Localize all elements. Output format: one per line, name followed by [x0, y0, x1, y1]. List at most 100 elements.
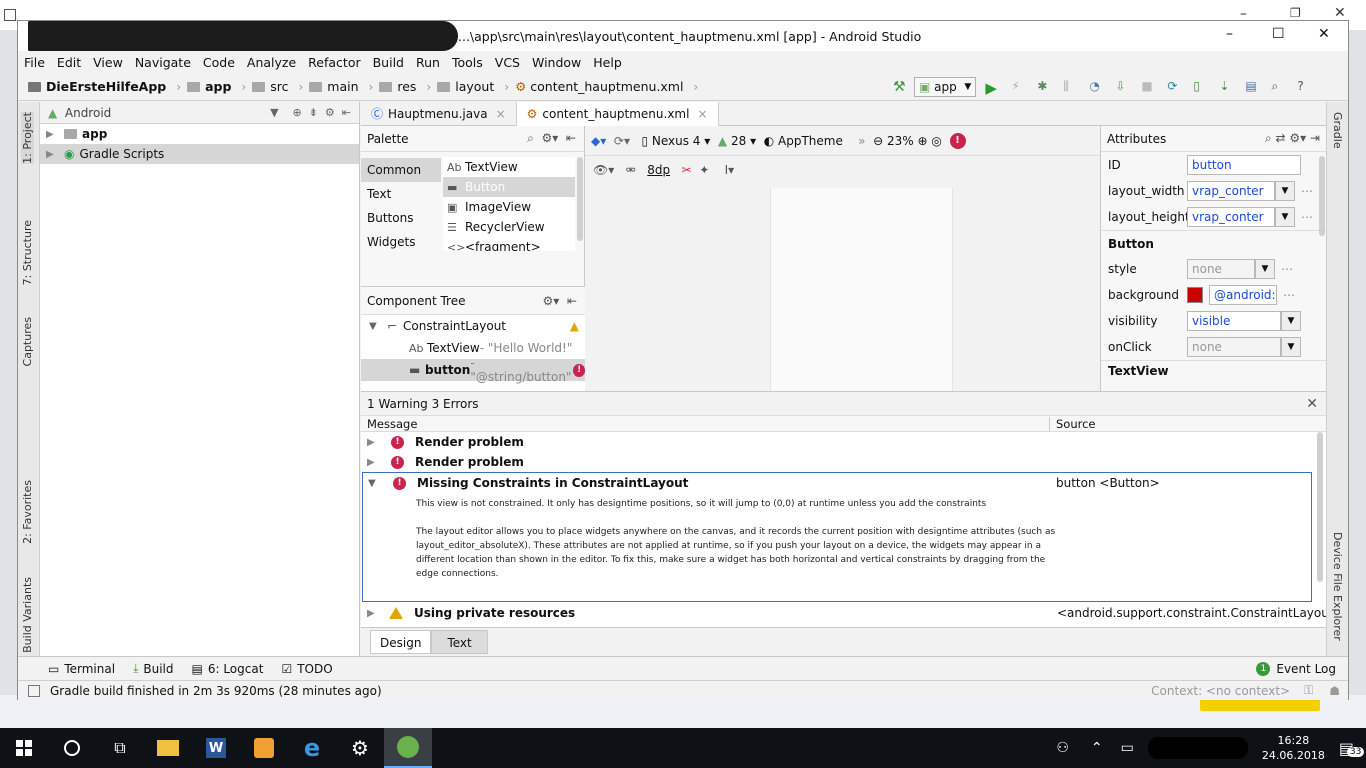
event-log[interactable]: 1 Event Log — [1256, 661, 1336, 676]
tray-expand-icon[interactable]: ⌃ — [1091, 740, 1103, 756]
attach-debugger-icon[interactable]: ◔ — [1089, 79, 1105, 95]
chevron-right-icon[interactable]: ▶ — [46, 129, 64, 140]
infer-constraints-icon[interactable]: ✦ — [699, 163, 709, 177]
make-project-icon[interactable]: ⚒ — [893, 79, 909, 95]
problem-row[interactable]: ▶ Using private resources <android.suppo… — [361, 603, 1344, 623]
run-icon[interactable]: ▶ — [985, 79, 1001, 97]
palette-category-common[interactable]: Common — [361, 158, 441, 182]
device-dropdown[interactable]: Nexus 4 — [652, 134, 701, 148]
show-icon[interactable]: 👁▾ — [593, 163, 614, 177]
palette-widget-textview[interactable]: Ab TextView — [443, 157, 575, 177]
chevron-down-icon[interactable]: ▼ — [1255, 259, 1275, 279]
color-swatch[interactable] — [1187, 287, 1203, 303]
taskbar-android-studio[interactable] — [384, 728, 432, 768]
tree-button[interactable]: ▬ button - "@string/button" ! — [361, 356, 585, 384]
attr-background-input[interactable]: @android:c — [1209, 285, 1277, 305]
task-view-button[interactable]: ⧉ — [96, 728, 144, 768]
column-source[interactable]: Source — [1050, 417, 1096, 431]
orientation-icon[interactable]: ⟳▾ — [614, 134, 630, 148]
theme-dropdown[interactable]: AppTheme — [778, 134, 843, 148]
run-config-dropdown[interactable]: ▣ app ▼ — [914, 77, 977, 97]
chevron-down-icon[interactable]: ▼ — [1275, 207, 1295, 227]
chevron-down-icon[interactable]: ▼ — [369, 321, 387, 332]
tool-todo[interactable]: ☑ TODO — [281, 662, 332, 676]
overflow-icon[interactable]: » — [858, 134, 865, 148]
api-dropdown[interactable]: 28 — [731, 134, 746, 148]
more-icon[interactable]: ⋯ — [1301, 210, 1313, 224]
design-surface-icon[interactable]: ◆▾ — [591, 134, 606, 148]
attributes-actions[interactable]: ⌕ ⇄ ⚙▾ ⇥ — [1265, 131, 1320, 146]
tool-tab-captures[interactable]: Captures — [21, 317, 34, 366]
problem-source[interactable]: button <Button> — [1056, 476, 1160, 490]
breadcrumb-project[interactable]: DieErsteHilfeApp — [28, 79, 166, 94]
taskbar-media[interactable] — [240, 728, 288, 768]
attr-visibility-select[interactable]: visible — [1187, 311, 1281, 331]
clear-constraints-icon[interactable]: ✂ — [682, 163, 692, 177]
menu-edit[interactable]: Edit — [51, 55, 87, 70]
tool-tab-structure[interactable]: 7: Structure — [21, 220, 34, 285]
tab-design[interactable]: Design — [370, 630, 432, 654]
menu-window[interactable]: Window — [526, 55, 587, 70]
people-icon[interactable]: ⚇ — [1056, 740, 1069, 756]
status-toggle-icon[interactable] — [28, 684, 40, 697]
chevron-down-icon[interactable]: ▼ — [1281, 337, 1301, 357]
lock-icon[interactable]: ⚿ — [1304, 683, 1313, 698]
chevron-down-icon[interactable]: ▼ — [1281, 311, 1301, 331]
zoom-out-icon[interactable]: ⊖ — [873, 134, 883, 148]
problem-row-expanded[interactable]: ▼ ! Missing Constraints in ConstraintLay… — [362, 472, 1312, 602]
action-center-button[interactable]: ▤ 33 — [1339, 739, 1365, 758]
taskbar-word[interactable]: W — [192, 728, 240, 768]
breadcrumb-res[interactable]: res — [379, 79, 416, 94]
attr-style-select[interactable]: none — [1187, 259, 1255, 279]
bg-maximize-icon[interactable]: ❐ — [1290, 6, 1301, 20]
help-icon[interactable]: ? — [1297, 79, 1313, 95]
tool-logcat[interactable]: ▤ 6: Logcat — [192, 662, 264, 676]
zoom-in-icon[interactable]: ⊕ — [918, 134, 928, 148]
apply-changes-icon[interactable]: ⚡ — [1011, 79, 1027, 95]
chevron-right-icon[interactable]: ▶ — [46, 149, 64, 160]
menu-build[interactable]: Build — [367, 55, 410, 70]
problems-scrollbar[interactable] — [1317, 432, 1323, 582]
tab-content-hauptmenu-xml[interactable]: ⚙ content_hauptmenu.xml × — [516, 101, 719, 126]
cortana-button[interactable] — [48, 728, 96, 768]
taskbar-edge[interactable]: e — [288, 728, 336, 768]
attr-layout-width-select[interactable]: vrap_conter — [1187, 181, 1275, 201]
chevron-down-icon[interactable]: ▼ — [363, 478, 385, 489]
error-indicator-icon[interactable]: ! — [949, 132, 966, 149]
menu-navigate[interactable]: Navigate — [129, 55, 197, 70]
menu-tools[interactable]: Tools — [446, 55, 489, 70]
breadcrumb-app[interactable]: app — [187, 79, 231, 94]
maximize-button[interactable]: ☐ — [1272, 26, 1285, 42]
tree-item-gradle-scripts[interactable]: ▶ ◉ Gradle Scripts — [40, 144, 359, 164]
chevron-right-icon[interactable]: ▶ — [361, 457, 383, 468]
more-icon[interactable]: ⋯ — [1281, 262, 1293, 276]
column-message[interactable]: Message — [361, 416, 1050, 431]
attach-process-icon[interactable]: ⇩ — [1115, 79, 1131, 95]
search-everywhere-icon[interactable]: ⌕ — [1271, 79, 1287, 95]
tab-hauptmenu-java[interactable]: Ⓒ Hauptmenu.java × — [361, 101, 517, 126]
project-view-mode[interactable]: Android — [65, 106, 111, 120]
attr-id-input[interactable]: button — [1187, 155, 1301, 175]
debug-icon[interactable]: ✱ — [1037, 79, 1053, 95]
palette-widget-fragment[interactable]: <> <fragment> — [443, 237, 575, 251]
problem-row[interactable]: ▶ ! Render problem — [361, 452, 1326, 472]
menu-run[interactable]: Run — [410, 55, 446, 70]
menu-file[interactable]: File — [18, 55, 51, 70]
tool-tab-project[interactable]: 1: Project — [21, 112, 34, 164]
tool-terminal[interactable]: ▭ Terminal — [48, 662, 115, 676]
avd-manager-icon[interactable]: ▯ — [1193, 79, 1209, 95]
minimize-button[interactable]: – — [1226, 26, 1233, 42]
chevron-down-icon[interactable]: ▼ — [1275, 181, 1295, 201]
tab-text[interactable]: Text — [431, 630, 488, 654]
breadcrumb-layout[interactable]: layout — [437, 79, 494, 94]
close-tab-icon[interactable]: × — [496, 107, 506, 121]
breadcrumb-src[interactable]: src — [252, 79, 288, 94]
bg-close-icon[interactable]: ✕ — [1334, 5, 1346, 21]
tool-tab-build-variants[interactable]: Build Variants — [21, 577, 34, 653]
guidelines-icon[interactable]: Ⅰ▾ — [725, 163, 735, 177]
chevron-right-icon[interactable]: ▶ — [361, 608, 383, 619]
palette-scrollbar[interactable] — [577, 157, 583, 241]
zoom-fit-icon[interactable]: ◎ — [931, 134, 941, 148]
clock[interactable]: 16:28 24.06.2018 — [1262, 733, 1325, 763]
device-preview[interactable] — [770, 188, 953, 410]
